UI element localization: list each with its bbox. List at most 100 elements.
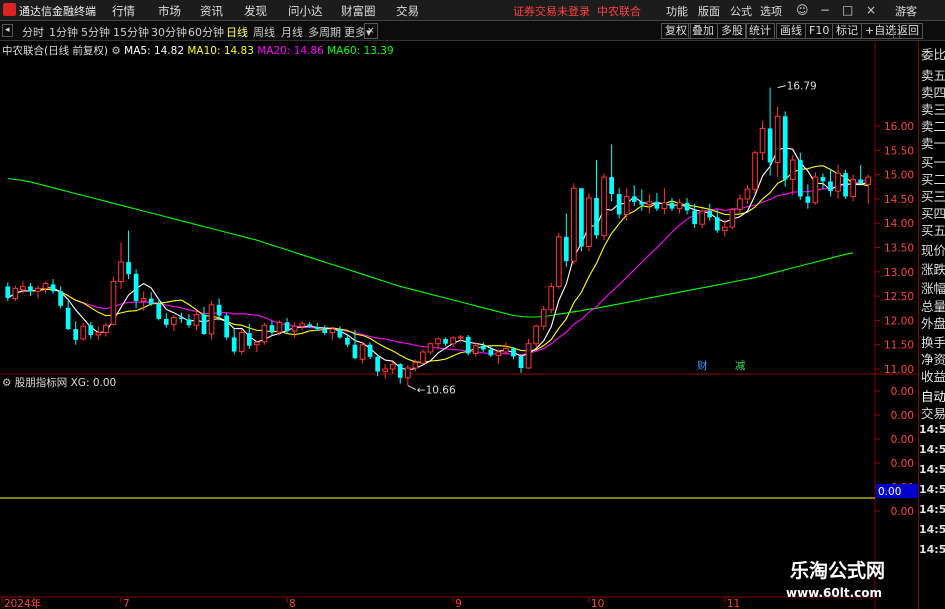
- side-item-price[interactable]: 现价: [921, 240, 945, 259]
- side-item-earnings[interactable]: 收益: [921, 366, 945, 385]
- side-item-trade[interactable]: 交易: [921, 403, 945, 422]
- ma20-label: MA20: 14.86: [257, 45, 324, 57]
- candle-body: [404, 367, 411, 379]
- candle-body: [148, 298, 154, 304]
- back-button[interactable]: 返回: [893, 23, 923, 39]
- candle-body: [73, 329, 79, 340]
- tab-period-monthly[interactable]: 月线: [281, 24, 303, 40]
- y-tick-label: 12.50: [884, 291, 914, 303]
- candle-body: [858, 179, 864, 184]
- candle-body: [118, 261, 124, 283]
- mark-button[interactable]: 标记: [832, 23, 862, 39]
- minimize-icon[interactable]: −: [820, 3, 830, 17]
- f10-button[interactable]: F10: [805, 23, 834, 39]
- multi-stock-button[interactable]: 多股: [717, 23, 747, 39]
- candle-body: [231, 337, 237, 352]
- candle-body: [579, 188, 584, 247]
- menu-item-options[interactable]: 选项: [760, 3, 782, 19]
- candle-body: [631, 196, 637, 202]
- overlay-button[interactable]: 叠加: [688, 23, 718, 39]
- candle-body: [397, 364, 403, 378]
- candle-body: [767, 128, 773, 163]
- login-warning[interactable]: 证券交易未登录 中农联合: [513, 3, 641, 19]
- tab-period-multi[interactable]: 多周期: [308, 24, 341, 40]
- indicator-tick-label: 0.00: [891, 434, 914, 446]
- candle-body: [126, 262, 131, 275]
- menu-item-ask[interactable]: 问小达: [288, 3, 323, 19]
- menu-item-news[interactable]: 资讯: [200, 3, 223, 19]
- price-marker-line: [777, 85, 786, 89]
- menu-item-functions[interactable]: 功能: [666, 3, 688, 19]
- candle-body: [540, 309, 547, 327]
- candle-body: [224, 315, 230, 338]
- indicator-settings-icon[interactable]: ⚙: [2, 377, 11, 389]
- menu-item-discover[interactable]: 发现: [244, 3, 267, 19]
- side-item-bid-ratio[interactable]: 委比: [921, 44, 945, 63]
- side-item-change-pct[interactable]: 涨幅: [921, 278, 945, 297]
- candle-body: [103, 324, 109, 334]
- settings-icon[interactable]: ⚙: [111, 45, 120, 57]
- candle-body: [359, 344, 366, 360]
- side-item-ask1[interactable]: 卖一: [921, 133, 945, 152]
- trade-time: 14:56: [919, 443, 945, 456]
- tab-period-1min[interactable]: 1分钟: [49, 24, 78, 40]
- side-item-bid5[interactable]: 买五: [921, 220, 945, 239]
- candle-body: [472, 345, 479, 354]
- toolbar-close-icon[interactable]: ×: [364, 23, 378, 39]
- side-item-change[interactable]: 涨跌: [921, 259, 945, 278]
- tab-period-intraday[interactable]: 分时: [22, 24, 44, 40]
- guest-label[interactable]: 游客: [895, 3, 917, 19]
- candle-body: [163, 318, 169, 325]
- adjust-button[interactable]: 复权: [661, 23, 691, 39]
- tab-period-daily[interactable]: 日线: [226, 24, 248, 40]
- candle-body: [201, 314, 207, 335]
- candle-body: [193, 314, 200, 326]
- maximize-icon[interactable]: □: [842, 3, 853, 17]
- event-marker: 减: [735, 360, 746, 372]
- menu-item-market[interactable]: 市场: [158, 3, 181, 19]
- candle-body: [345, 337, 350, 345]
- candle-body: [533, 325, 539, 345]
- draw-line-button[interactable]: 画线: [776, 23, 806, 39]
- kline-chart[interactable]: 16.00 15.50 15.00 14.50 14.00 13.50 13.00 12.50…: [0, 41, 918, 609]
- candle-body: [623, 195, 630, 215]
- candle-body: [609, 177, 614, 195]
- close-icon[interactable]: ×: [866, 3, 876, 17]
- x-tick-label: 10: [591, 598, 604, 609]
- watermark: 乐淘公式网 www.60lt.com: [760, 556, 918, 606]
- statistics-button[interactable]: 统计: [745, 23, 775, 39]
- candle-body: [88, 325, 94, 335]
- trade-time: 14:56: [919, 423, 945, 436]
- menu-item-fortune[interactable]: 财富圈: [341, 3, 376, 19]
- side-item-outer[interactable]: 外盘: [921, 313, 945, 332]
- y-tick-label: 16.00: [884, 121, 914, 133]
- x-tick-label: 9: [455, 598, 462, 609]
- candle-body: [110, 281, 117, 325]
- candle-body: [555, 236, 562, 287]
- candle-body: [443, 338, 448, 344]
- x-tick-label: 2024年: [4, 597, 41, 609]
- menu-item-trade[interactable]: 交易: [396, 3, 419, 19]
- menu-item-market-quotes[interactable]: 行情: [112, 3, 135, 19]
- collapse-icon[interactable]: ◂: [2, 24, 13, 37]
- candle-body: [699, 210, 706, 225]
- candle-body: [420, 351, 426, 364]
- menu-item-layout[interactable]: 版面: [698, 3, 720, 19]
- menu-item-formula[interactable]: 公式: [730, 3, 752, 19]
- tab-period-5min[interactable]: 5分钟: [81, 24, 110, 40]
- candle-body: [752, 152, 758, 190]
- candle-body: [435, 338, 441, 345]
- candle-body: [352, 344, 358, 359]
- user-icon[interactable]: ☺: [796, 3, 809, 17]
- ma5-line: [7, 147, 869, 371]
- tab-period-weekly[interactable]: 周线: [253, 24, 275, 40]
- price-marker-label: ←10.66: [417, 385, 456, 397]
- candle-body: [156, 303, 162, 319]
- quote-side-panel: 委比 卖五 卖四 卖三 卖二 卖一 买一 买二 买三 买四 买五 现价 涨跌 涨…: [918, 41, 945, 609]
- candle-body: [511, 348, 516, 357]
- tab-period-30min[interactable]: 30分钟: [151, 24, 187, 40]
- watermark-title: 乐淘公式网: [790, 560, 886, 582]
- tab-period-15min[interactable]: 15分钟: [113, 24, 149, 40]
- tab-period-60min[interactable]: 60分钟: [188, 24, 224, 40]
- candle-body: [186, 319, 192, 326]
